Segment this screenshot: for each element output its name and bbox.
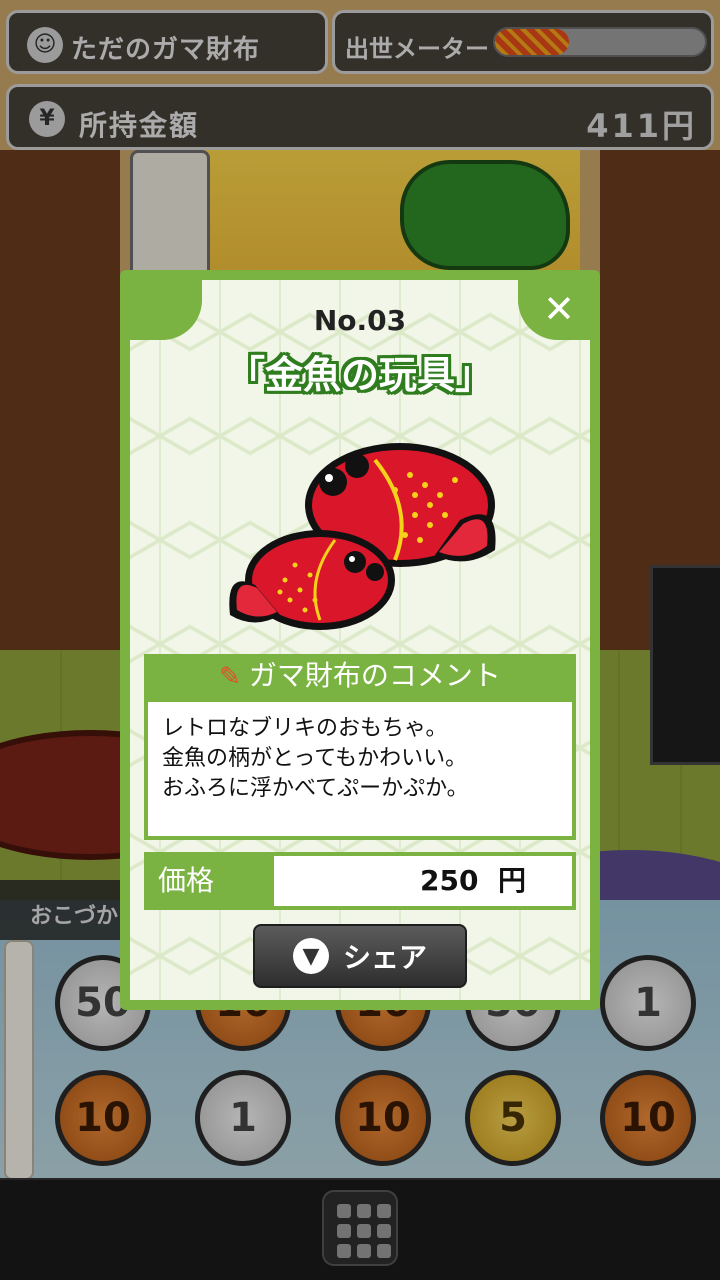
chevron-down-icon: ▼ — [292, 938, 329, 974]
share-label: シェア — [342, 941, 427, 974]
price-value-box: 250 円 — [270, 852, 576, 910]
comment-heading-text: ガマ財布のコメント — [248, 659, 501, 692]
price-unit: 円 — [497, 864, 526, 897]
price-label: 価格 — [144, 852, 270, 910]
item-card-body: ✕ No.03 「金魚の玩具」 ✎ ガマ財布のコメント レトロなブリキのおもちゃ… — [130, 280, 590, 1000]
comment-line: おふろに浮かべてぷーかぷか。 — [162, 776, 469, 801]
comment-line: 金魚の柄がとってもかわいい。 — [162, 746, 468, 771]
goldfish-toy-image — [229, 443, 496, 630]
comment-line: レトロなブリキのおもちゃ。 — [162, 716, 448, 741]
comment-box: レトロなブリキのおもちゃ。 金魚の柄がとってもかわいい。 おふろに浮かべてぷーか… — [144, 698, 576, 840]
comment-heading: ✎ ガマ財布のコメント — [144, 654, 576, 698]
share-button[interactable]: ▼ シェア — [253, 924, 467, 988]
item-name: 「金魚の玩具」 — [226, 353, 493, 397]
item-card: ✕ No.03 「金魚の玩具」 ✎ ガマ財布のコメント レトロなブリキのおもちゃ… — [120, 270, 600, 1010]
pencil-icon: ✎ — [219, 662, 241, 692]
small-goldfish-icon — [229, 530, 395, 630]
price-value: 250 — [420, 864, 479, 897]
item-number: No.03 — [313, 304, 407, 337]
